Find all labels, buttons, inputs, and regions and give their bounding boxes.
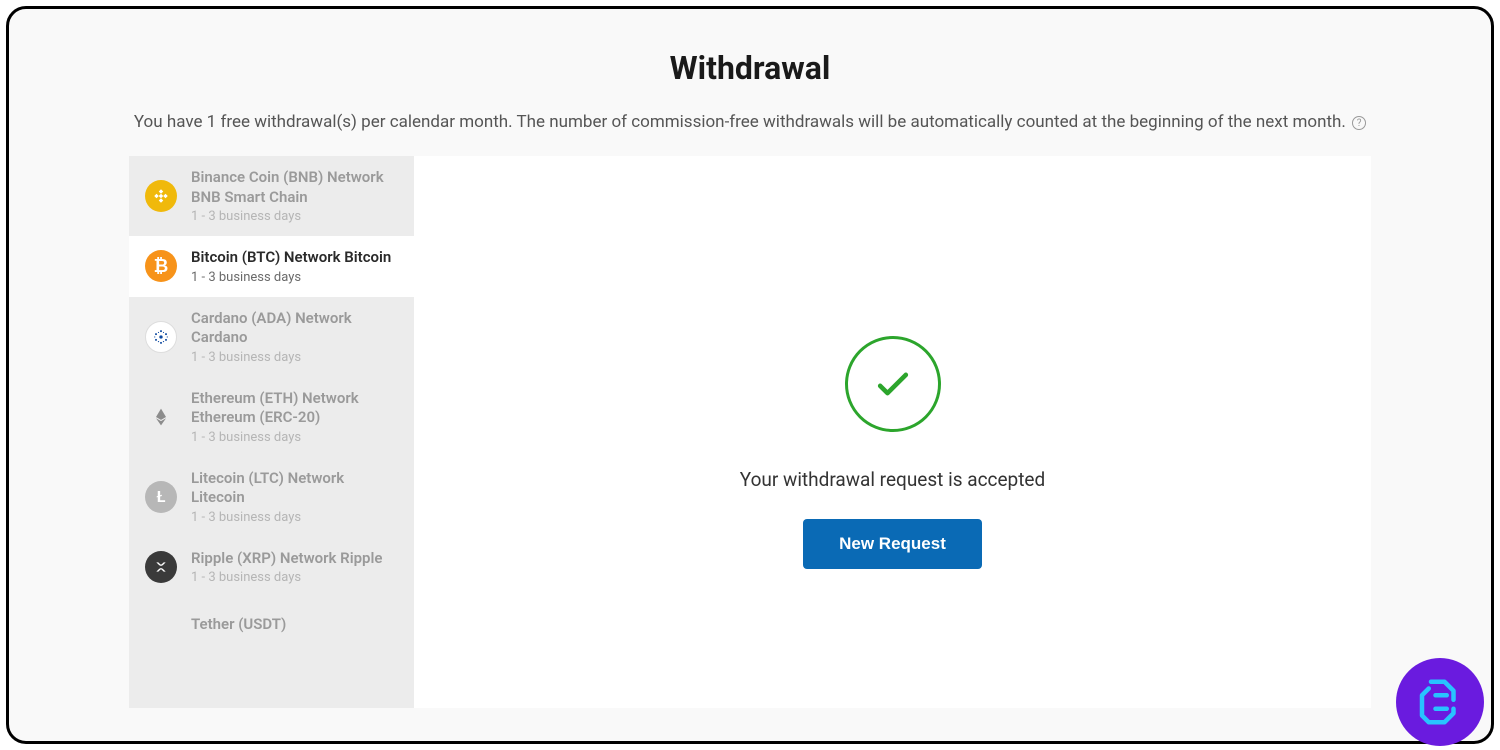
coin-item-usdt[interactable]: Tether (USDT) bbox=[129, 597, 414, 641]
coin-name: Bitcoin (BTC) Network Bitcoin bbox=[191, 248, 398, 268]
coin-time: 1 - 3 business days bbox=[191, 350, 398, 365]
bnb-icon bbox=[145, 180, 177, 212]
page-title: Withdrawal bbox=[129, 49, 1371, 87]
coin-time: 1 - 3 business days bbox=[191, 430, 398, 445]
ada-icon bbox=[145, 321, 177, 353]
success-check-icon bbox=[845, 336, 941, 432]
status-message: Your withdrawal request is accepted bbox=[740, 468, 1045, 491]
coin-item-ltc[interactable]: Ł Litecoin (LTC) Network Litecoin 1 - 3 … bbox=[129, 457, 414, 537]
help-icon[interactable]: ? bbox=[1352, 116, 1366, 130]
coin-item-ada[interactable]: Cardano (ADA) Network Cardano 1 - 3 busi… bbox=[129, 297, 414, 377]
coin-name: Litecoin (LTC) Network Litecoin bbox=[191, 469, 398, 508]
coin-time: 1 - 3 business days bbox=[191, 570, 398, 585]
coin-time: 1 - 3 business days bbox=[191, 270, 398, 285]
crypto-methods-list[interactable]: Binance Coin (BNB) Network BNB Smart Cha… bbox=[129, 156, 414, 708]
withdrawal-result-panel: Your withdrawal request is accepted New … bbox=[414, 156, 1371, 708]
coin-name: Ethereum (ETH) Network Ethereum (ERC-20) bbox=[191, 389, 398, 428]
coin-time: 1 - 3 business days bbox=[191, 510, 398, 525]
coin-name: Ripple (XRP) Network Ripple bbox=[191, 549, 398, 569]
usdt-icon bbox=[145, 609, 177, 641]
eth-icon bbox=[145, 401, 177, 433]
coin-item-xrp[interactable]: Ripple (XRP) Network Ripple 1 - 3 busine… bbox=[129, 537, 414, 598]
coin-item-btc[interactable]: ₿ Bitcoin (BTC) Network Bitcoin 1 - 3 bu… bbox=[129, 236, 414, 297]
coin-name: Tether (USDT) bbox=[191, 615, 398, 635]
new-request-button[interactable]: New Request bbox=[803, 519, 982, 569]
xrp-icon bbox=[145, 551, 177, 583]
coin-item-bnb[interactable]: Binance Coin (BNB) Network BNB Smart Cha… bbox=[129, 156, 414, 236]
ltc-icon: Ł bbox=[145, 481, 177, 513]
btc-icon: ₿ bbox=[145, 250, 177, 282]
coin-name: Binance Coin (BNB) Network BNB Smart Cha… bbox=[191, 168, 398, 207]
coin-name: Cardano (ADA) Network Cardano bbox=[191, 309, 398, 348]
page-subtitle: You have 1 free withdrawal(s) per calend… bbox=[129, 109, 1371, 136]
brand-logo-badge bbox=[1396, 658, 1484, 746]
coin-time: 1 - 3 business days bbox=[191, 209, 398, 224]
coin-item-eth[interactable]: Ethereum (ETH) Network Ethereum (ERC-20)… bbox=[129, 377, 414, 457]
